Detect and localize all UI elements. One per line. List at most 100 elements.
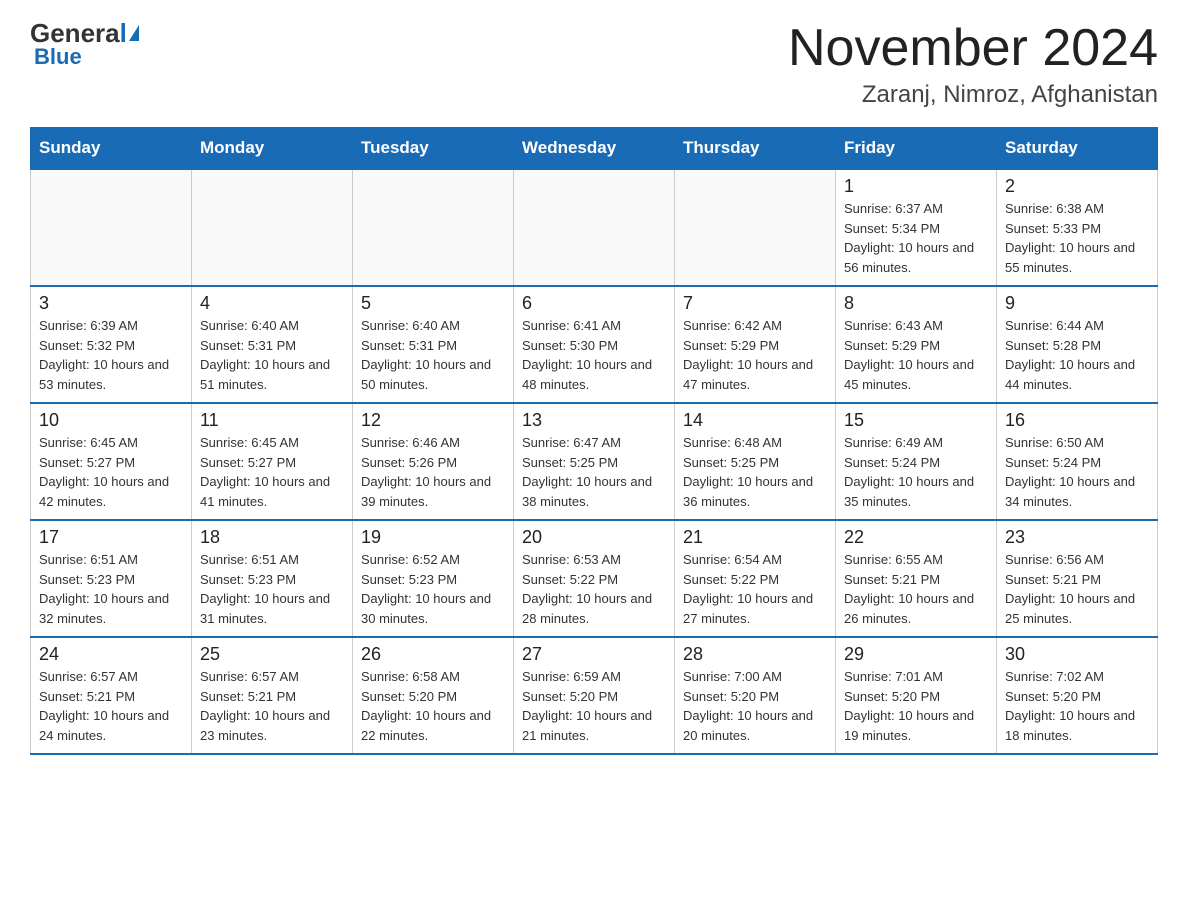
day-info: Sunrise: 7:00 AMSunset: 5:20 PMDaylight:…	[683, 667, 827, 745]
table-row: 3Sunrise: 6:39 AMSunset: 5:32 PMDaylight…	[31, 286, 192, 403]
day-number: 1	[844, 176, 988, 197]
table-row: 30Sunrise: 7:02 AMSunset: 5:20 PMDayligh…	[997, 637, 1158, 754]
day-number: 23	[1005, 527, 1149, 548]
day-info: Sunrise: 6:58 AMSunset: 5:20 PMDaylight:…	[361, 667, 505, 745]
logo-general-text: General	[30, 20, 127, 46]
day-info: Sunrise: 7:01 AMSunset: 5:20 PMDaylight:…	[844, 667, 988, 745]
table-row: 25Sunrise: 6:57 AMSunset: 5:21 PMDayligh…	[192, 637, 353, 754]
day-info: Sunrise: 6:42 AMSunset: 5:29 PMDaylight:…	[683, 316, 827, 394]
day-info: Sunrise: 6:54 AMSunset: 5:22 PMDaylight:…	[683, 550, 827, 628]
day-number: 26	[361, 644, 505, 665]
day-number: 24	[39, 644, 183, 665]
day-number: 10	[39, 410, 183, 431]
table-row: 29Sunrise: 7:01 AMSunset: 5:20 PMDayligh…	[836, 637, 997, 754]
day-number: 15	[844, 410, 988, 431]
day-number: 14	[683, 410, 827, 431]
day-info: Sunrise: 6:48 AMSunset: 5:25 PMDaylight:…	[683, 433, 827, 511]
day-number: 5	[361, 293, 505, 314]
day-number: 12	[361, 410, 505, 431]
table-row: 13Sunrise: 6:47 AMSunset: 5:25 PMDayligh…	[514, 403, 675, 520]
calendar-week-row: 3Sunrise: 6:39 AMSunset: 5:32 PMDaylight…	[31, 286, 1158, 403]
day-number: 20	[522, 527, 666, 548]
calendar-table: Sunday Monday Tuesday Wednesday Thursday…	[30, 127, 1158, 755]
page-title: November 2024	[788, 20, 1158, 77]
table-row: 6Sunrise: 6:41 AMSunset: 5:30 PMDaylight…	[514, 286, 675, 403]
day-number: 30	[1005, 644, 1149, 665]
day-info: Sunrise: 6:47 AMSunset: 5:25 PMDaylight:…	[522, 433, 666, 511]
day-info: Sunrise: 6:56 AMSunset: 5:21 PMDaylight:…	[1005, 550, 1149, 628]
day-number: 3	[39, 293, 183, 314]
day-info: Sunrise: 6:46 AMSunset: 5:26 PMDaylight:…	[361, 433, 505, 511]
day-info: Sunrise: 6:57 AMSunset: 5:21 PMDaylight:…	[200, 667, 344, 745]
day-info: Sunrise: 6:39 AMSunset: 5:32 PMDaylight:…	[39, 316, 183, 394]
logo-triangle-icon	[129, 25, 139, 41]
day-number: 27	[522, 644, 666, 665]
day-number: 7	[683, 293, 827, 314]
logo-blue-text: Blue	[30, 44, 82, 70]
header-friday: Friday	[836, 128, 997, 170]
table-row	[31, 169, 192, 286]
calendar-week-row: 10Sunrise: 6:45 AMSunset: 5:27 PMDayligh…	[31, 403, 1158, 520]
day-number: 16	[1005, 410, 1149, 431]
day-number: 2	[1005, 176, 1149, 197]
day-number: 29	[844, 644, 988, 665]
day-info: Sunrise: 6:45 AMSunset: 5:27 PMDaylight:…	[39, 433, 183, 511]
table-row: 12Sunrise: 6:46 AMSunset: 5:26 PMDayligh…	[353, 403, 514, 520]
day-number: 22	[844, 527, 988, 548]
header-wednesday: Wednesday	[514, 128, 675, 170]
title-block: November 2024 Zaranj, Nimroz, Afghanista…	[788, 20, 1158, 109]
day-number: 11	[200, 410, 344, 431]
table-row: 9Sunrise: 6:44 AMSunset: 5:28 PMDaylight…	[997, 286, 1158, 403]
header-sunday: Sunday	[31, 128, 192, 170]
table-row: 27Sunrise: 6:59 AMSunset: 5:20 PMDayligh…	[514, 637, 675, 754]
day-number: 19	[361, 527, 505, 548]
table-row: 1Sunrise: 6:37 AMSunset: 5:34 PMDaylight…	[836, 169, 997, 286]
day-info: Sunrise: 6:40 AMSunset: 5:31 PMDaylight:…	[361, 316, 505, 394]
table-row: 8Sunrise: 6:43 AMSunset: 5:29 PMDaylight…	[836, 286, 997, 403]
day-info: Sunrise: 6:44 AMSunset: 5:28 PMDaylight:…	[1005, 316, 1149, 394]
day-info: Sunrise: 6:49 AMSunset: 5:24 PMDaylight:…	[844, 433, 988, 511]
table-row: 21Sunrise: 6:54 AMSunset: 5:22 PMDayligh…	[675, 520, 836, 637]
day-info: Sunrise: 6:40 AMSunset: 5:31 PMDaylight:…	[200, 316, 344, 394]
day-info: Sunrise: 6:37 AMSunset: 5:34 PMDaylight:…	[844, 199, 988, 277]
day-info: Sunrise: 6:43 AMSunset: 5:29 PMDaylight:…	[844, 316, 988, 394]
day-info: Sunrise: 6:38 AMSunset: 5:33 PMDaylight:…	[1005, 199, 1149, 277]
table-row: 5Sunrise: 6:40 AMSunset: 5:31 PMDaylight…	[353, 286, 514, 403]
header-tuesday: Tuesday	[353, 128, 514, 170]
table-row: 19Sunrise: 6:52 AMSunset: 5:23 PMDayligh…	[353, 520, 514, 637]
table-row: 22Sunrise: 6:55 AMSunset: 5:21 PMDayligh…	[836, 520, 997, 637]
table-row: 18Sunrise: 6:51 AMSunset: 5:23 PMDayligh…	[192, 520, 353, 637]
table-row	[192, 169, 353, 286]
day-number: 6	[522, 293, 666, 314]
calendar-header-row: Sunday Monday Tuesday Wednesday Thursday…	[31, 128, 1158, 170]
header-saturday: Saturday	[997, 128, 1158, 170]
day-number: 28	[683, 644, 827, 665]
day-info: Sunrise: 6:53 AMSunset: 5:22 PMDaylight:…	[522, 550, 666, 628]
table-row: 4Sunrise: 6:40 AMSunset: 5:31 PMDaylight…	[192, 286, 353, 403]
day-info: Sunrise: 6:45 AMSunset: 5:27 PMDaylight:…	[200, 433, 344, 511]
calendar-week-row: 24Sunrise: 6:57 AMSunset: 5:21 PMDayligh…	[31, 637, 1158, 754]
day-number: 4	[200, 293, 344, 314]
table-row: 26Sunrise: 6:58 AMSunset: 5:20 PMDayligh…	[353, 637, 514, 754]
day-number: 18	[200, 527, 344, 548]
table-row: 24Sunrise: 6:57 AMSunset: 5:21 PMDayligh…	[31, 637, 192, 754]
table-row: 23Sunrise: 6:56 AMSunset: 5:21 PMDayligh…	[997, 520, 1158, 637]
day-info: Sunrise: 7:02 AMSunset: 5:20 PMDaylight:…	[1005, 667, 1149, 745]
day-number: 8	[844, 293, 988, 314]
calendar-week-row: 1Sunrise: 6:37 AMSunset: 5:34 PMDaylight…	[31, 169, 1158, 286]
table-row	[353, 169, 514, 286]
table-row: 16Sunrise: 6:50 AMSunset: 5:24 PMDayligh…	[997, 403, 1158, 520]
header-monday: Monday	[192, 128, 353, 170]
table-row	[514, 169, 675, 286]
day-info: Sunrise: 6:52 AMSunset: 5:23 PMDaylight:…	[361, 550, 505, 628]
header-thursday: Thursday	[675, 128, 836, 170]
day-info: Sunrise: 6:41 AMSunset: 5:30 PMDaylight:…	[522, 316, 666, 394]
day-info: Sunrise: 6:51 AMSunset: 5:23 PMDaylight:…	[39, 550, 183, 628]
day-number: 9	[1005, 293, 1149, 314]
day-info: Sunrise: 6:50 AMSunset: 5:24 PMDaylight:…	[1005, 433, 1149, 511]
day-info: Sunrise: 6:57 AMSunset: 5:21 PMDaylight:…	[39, 667, 183, 745]
day-info: Sunrise: 6:55 AMSunset: 5:21 PMDaylight:…	[844, 550, 988, 628]
day-number: 25	[200, 644, 344, 665]
table-row: 10Sunrise: 6:45 AMSunset: 5:27 PMDayligh…	[31, 403, 192, 520]
table-row: 28Sunrise: 7:00 AMSunset: 5:20 PMDayligh…	[675, 637, 836, 754]
